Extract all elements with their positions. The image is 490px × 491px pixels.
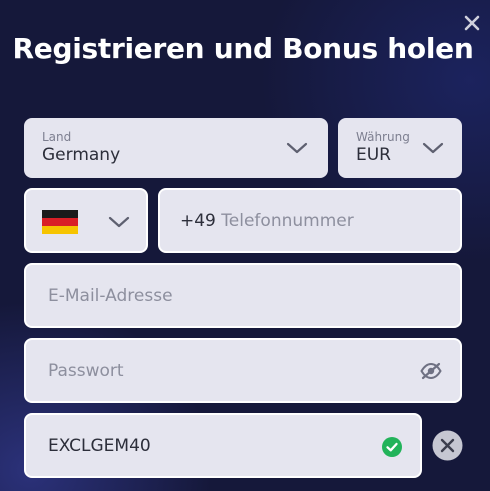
- germany-flag-icon: [42, 210, 78, 234]
- eye-off-icon[interactable]: [420, 362, 442, 380]
- check-circle-icon: [382, 437, 402, 457]
- country-value: Germany: [42, 145, 121, 165]
- country-select[interactable]: Land Germany: [24, 118, 328, 178]
- currency-select[interactable]: Währung EUR: [338, 118, 462, 178]
- phone-placeholder: Telefonnummer: [221, 211, 354, 231]
- password-field[interactable]: Passwort: [24, 338, 462, 403]
- email-placeholder: E-Mail-Adresse: [48, 286, 173, 306]
- currency-value: EUR: [356, 145, 391, 165]
- password-placeholder: Passwort: [48, 361, 124, 381]
- country-label: Land: [42, 130, 72, 144]
- chevron-down-icon: [422, 142, 444, 154]
- email-field[interactable]: E-Mail-Adresse: [24, 263, 462, 328]
- currency-label: Währung: [356, 130, 410, 144]
- phone-number-field[interactable]: +49 Telefonnummer: [158, 188, 462, 253]
- promo-code-value: EXCLGEM40: [48, 436, 151, 456]
- phone-prefix: +49: [180, 211, 216, 231]
- chevron-down-icon: [286, 142, 308, 154]
- page-title: Registrieren und Bonus holen: [12, 32, 474, 65]
- clear-promo-button[interactable]: [432, 430, 463, 461]
- chevron-down-icon: [108, 216, 130, 228]
- phone-country-select[interactable]: [24, 188, 148, 253]
- promo-code-field[interactable]: EXCLGEM40: [24, 413, 422, 478]
